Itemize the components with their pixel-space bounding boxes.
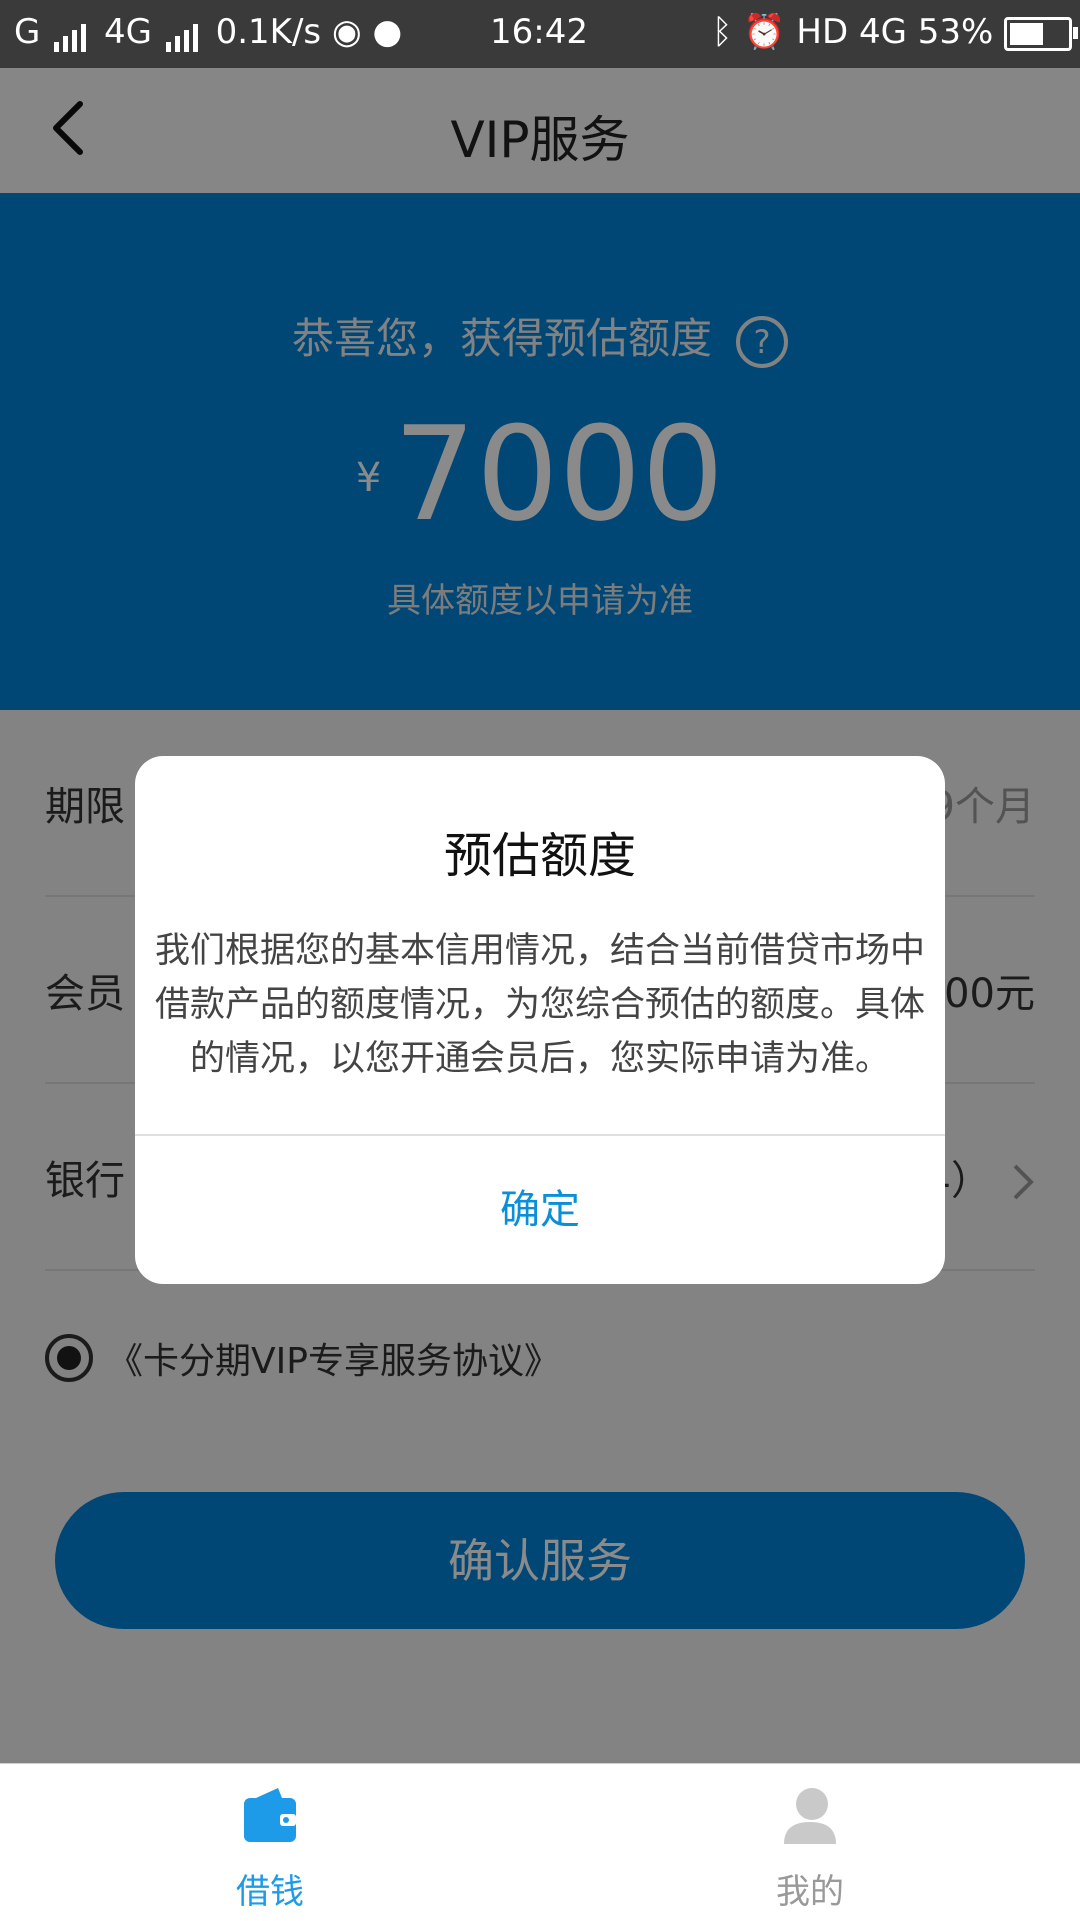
- battery-icon: [1004, 16, 1079, 51]
- battery-percent: 53%: [917, 12, 994, 52]
- signal-icon-2: [165, 12, 202, 52]
- status-bar: G 4G 0.1K/s ◉ ● 16:42 ᛒ ⏰ HD 4G 53%: [0, 0, 1080, 68]
- bottom-tab-bar: 借钱 我的: [0, 1763, 1080, 1921]
- message-icon: ●: [372, 12, 403, 52]
- status-right: ᛒ ⏰ HD 4G 53%: [712, 12, 1079, 52]
- tab-borrow-label: 借钱: [236, 1872, 304, 1912]
- network-type: 4G: [858, 12, 907, 52]
- carrier-label-1: G: [14, 12, 41, 52]
- user-icon: [784, 1788, 836, 1844]
- network-speed: 0.1K/s: [215, 12, 322, 52]
- clock: 16:42: [490, 12, 588, 52]
- bluetooth-icon: ᛒ: [712, 12, 733, 52]
- carrier-label-2: 4G: [103, 12, 152, 52]
- estimate-dialog: 预估额度 我们根据您的基本信用情况，结合当前借贷市场中借款产品的额度情况，为您综…: [135, 756, 945, 1284]
- tab-mine-label: 我的: [776, 1872, 844, 1912]
- wallet-icon: [244, 1788, 296, 1842]
- dialog-title: 预估额度: [443, 828, 636, 884]
- tab-borrow[interactable]: 借钱: [120, 1764, 420, 1921]
- browser-icon: ◉: [331, 12, 362, 52]
- dialog-ok-button[interactable]: 确定: [135, 1136, 945, 1284]
- alarm-icon: ⏰: [743, 12, 786, 52]
- tab-mine[interactable]: 我的: [660, 1764, 960, 1921]
- status-left: G 4G 0.1K/s ◉ ●: [14, 12, 402, 52]
- signal-icon: [54, 12, 90, 52]
- hd-label: HD: [796, 12, 849, 52]
- dialog-body: 我们根据您的基本信用情况，结合当前借贷市场中借款产品的额度情况，为您综合预估的额…: [154, 931, 925, 1079]
